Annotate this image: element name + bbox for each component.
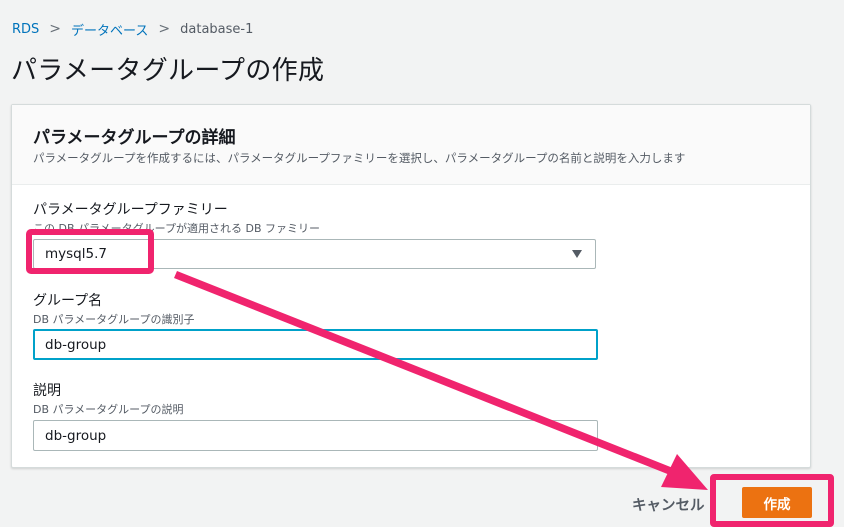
description-label: 説明	[33, 383, 61, 399]
group-name-description: DB パラメータグループの識別子	[33, 313, 195, 326]
breadcrumb-databases[interactable]: データベース	[71, 20, 148, 39]
breadcrumb-current: database-1	[180, 21, 254, 37]
family-select[interactable]: mysql5.7	[33, 239, 596, 269]
parameter-group-details-panel: パラメータグループの詳細 パラメータグループを作成するには、パラメータグループフ…	[11, 104, 811, 468]
panel-title: パラメータグループの詳細	[33, 128, 236, 148]
family-label: パラメータグループファミリー	[33, 202, 228, 218]
group-name-label: グループ名	[33, 293, 103, 309]
breadcrumb: RDS > データベース > database-1	[12, 19, 253, 39]
family-description: この DB パラメータグループが適用される DB ファミリー	[33, 222, 321, 235]
panel-description: パラメータグループを作成するには、パラメータグループファミリーを選択し、パラメー…	[33, 151, 686, 165]
description-input[interactable]	[33, 420, 598, 451]
description-description: DB パラメータグループの説明	[33, 403, 184, 416]
breadcrumb-rds[interactable]: RDS	[12, 22, 39, 37]
cancel-button[interactable]: キャンセル	[632, 493, 705, 515]
group-name-input[interactable]	[33, 329, 598, 360]
caret-down-icon	[572, 250, 582, 258]
family-select-value: mysql5.7	[45, 246, 107, 262]
panel-header: パラメータグループの詳細 パラメータグループを作成するには、パラメータグループフ…	[12, 105, 810, 185]
create-button[interactable]: 作成	[742, 487, 812, 518]
chevron-right-icon: >	[49, 21, 62, 37]
chevron-right-icon: >	[158, 21, 171, 37]
page-title: パラメータグループの作成	[11, 56, 325, 86]
